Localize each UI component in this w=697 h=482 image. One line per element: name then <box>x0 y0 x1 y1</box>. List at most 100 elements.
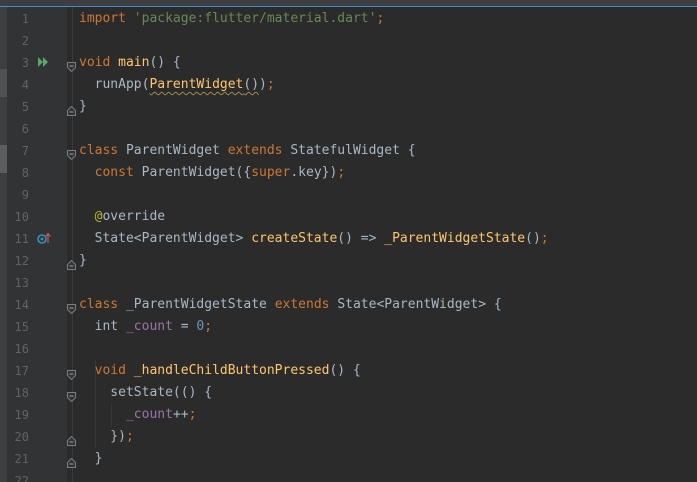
code-line[interactable]: 20 }); <box>0 426 697 448</box>
code-line[interactable]: 19 _count++; <box>0 404 697 426</box>
code-text[interactable]: void main() { <box>79 52 181 74</box>
line-number[interactable]: 6 <box>7 118 29 140</box>
code-text[interactable]: _count++; <box>79 404 196 426</box>
code-text[interactable]: State<ParentWidget> createState() => _Pa… <box>79 228 549 250</box>
line-number[interactable]: 15 <box>7 316 29 338</box>
code-text[interactable]: class _ParentWidgetState extends State<P… <box>79 294 502 316</box>
fold-end-icon[interactable] <box>67 102 76 116</box>
line-number[interactable]: 9 <box>7 184 29 206</box>
code-line[interactable]: 3 void main() { <box>0 52 697 74</box>
fold-collapse-icon[interactable] <box>67 58 76 72</box>
code-line[interactable]: 2 <box>0 30 697 52</box>
line-number[interactable]: 4 <box>7 74 29 96</box>
code-token: override <box>102 209 166 224</box>
override-icon[interactable] <box>37 232 51 246</box>
code-line[interactable]: 18 setState(() { <box>0 382 697 404</box>
code-token: _ParentWidgetState <box>384 231 526 246</box>
code-line[interactable]: 15 int _count = 0; <box>0 316 697 338</box>
code-token: super <box>251 165 291 180</box>
code-token: setState(() { <box>79 385 213 400</box>
fold-collapse-icon[interactable] <box>67 300 76 314</box>
run-icon[interactable] <box>37 56 51 70</box>
code-line[interactable]: 8 const ParentWidget({super.key}); <box>0 162 697 184</box>
code-token: () => <box>337 231 385 246</box>
line-number[interactable]: 1 <box>7 8 29 30</box>
code-token: ; <box>540 231 549 246</box>
line-number[interactable]: 17 <box>7 360 29 382</box>
code-text[interactable]: void _handleChildButtonPressed() { <box>79 360 361 382</box>
code-line[interactable]: 22 <box>0 470 697 482</box>
code-line[interactable]: 14 class _ParentWidgetState extends State… <box>0 294 697 316</box>
fold-collapse-icon[interactable] <box>67 146 76 160</box>
line-number[interactable]: 5 <box>7 96 29 118</box>
code-line[interactable]: 9 <box>0 184 697 206</box>
code-line[interactable]: 11 State<ParentWidget> createState() => … <box>0 228 697 250</box>
line-number[interactable]: 10 <box>7 206 29 228</box>
code-text[interactable]: setState(() { <box>79 382 212 404</box>
line-number[interactable]: 12 <box>7 250 29 272</box>
code-token: class <box>79 297 126 312</box>
code-line[interactable]: 10 @override <box>0 206 697 228</box>
code-text[interactable]: } <box>79 448 103 470</box>
code-token: main <box>118 55 150 70</box>
fold-end-icon[interactable] <box>67 454 76 468</box>
code-text[interactable]: runApp(ParentWidget()); <box>79 74 275 96</box>
code-line[interactable]: 17 void _handleChildButtonPressed() { <box>0 360 697 382</box>
code-line[interactable]: 5} <box>0 96 697 118</box>
line-number[interactable]: 8 <box>7 162 29 184</box>
code-line[interactable]: 1 import 'package:flutter/material.dart'; <box>0 8 697 30</box>
code-text[interactable]: import 'package:flutter/material.dart'; <box>79 8 384 30</box>
code-line[interactable]: 7 class ParentWidget extends StatefulWidg… <box>0 140 697 162</box>
code-line[interactable]: 12} <box>0 250 697 272</box>
line-number[interactable]: 14 <box>7 294 29 316</box>
line-number[interactable]: 16 <box>7 338 29 360</box>
code-token: runApp( <box>79 77 150 92</box>
line-number[interactable]: 20 <box>7 426 29 448</box>
code-line[interactable]: 4 runApp(ParentWidget()); <box>0 74 697 96</box>
code-text[interactable]: @override <box>79 206 165 228</box>
code-editor[interactable]: 1 import 'package:flutter/material.dart';… <box>0 8 697 482</box>
line-number[interactable]: 19 <box>7 404 29 426</box>
code-token: ParentWidget <box>125 143 228 158</box>
code-text[interactable]: class ParentWidget extends StatefulWidge… <box>79 140 416 162</box>
code-token: 'package:flutter/material.dart' <box>133 11 377 26</box>
line-number[interactable]: 18 <box>7 382 29 404</box>
fold-collapse-icon[interactable] <box>67 388 76 402</box>
fold-end-icon[interactable] <box>67 256 76 270</box>
code-line[interactable]: 6 <box>0 118 697 140</box>
code-token: extends <box>227 143 291 158</box>
code-line[interactable]: 13 <box>0 272 697 294</box>
code-text[interactable]: int _count = 0; <box>79 316 212 338</box>
code-token: int <box>79 319 126 334</box>
code-token: ParentWidget({ <box>141 165 252 180</box>
code-line[interactable]: 21 } <box>0 448 697 470</box>
code-line[interactable]: 16 <box>0 338 697 360</box>
code-token: extends <box>274 297 338 312</box>
line-number[interactable]: 22 <box>7 470 29 482</box>
line-number[interactable]: 3 <box>7 52 29 74</box>
code-token: .key}) <box>290 165 338 180</box>
code-token: void <box>79 55 119 70</box>
code-token: State<ParentWidget> <box>79 231 252 246</box>
code-token: ; <box>125 429 134 444</box>
code-token: } <box>79 253 87 268</box>
line-number[interactable]: 13 <box>7 272 29 294</box>
line-number[interactable]: 7 <box>7 140 29 162</box>
code-token: _count <box>125 319 173 334</box>
code-text[interactable]: }); <box>79 426 134 448</box>
code-text[interactable]: } <box>79 96 87 118</box>
code-token: () <box>243 77 260 92</box>
line-number[interactable]: 2 <box>7 30 29 52</box>
line-number[interactable]: 11 <box>7 228 29 250</box>
code-token: }) <box>79 429 126 444</box>
line-number[interactable]: 21 <box>7 448 29 470</box>
fold-end-icon[interactable] <box>67 432 76 446</box>
code-text[interactable]: } <box>79 250 87 272</box>
editor-tab-bar-edge <box>0 0 697 7</box>
code-text[interactable]: const ParentWidget({super.key}); <box>79 162 345 184</box>
fold-collapse-icon[interactable] <box>67 366 76 380</box>
